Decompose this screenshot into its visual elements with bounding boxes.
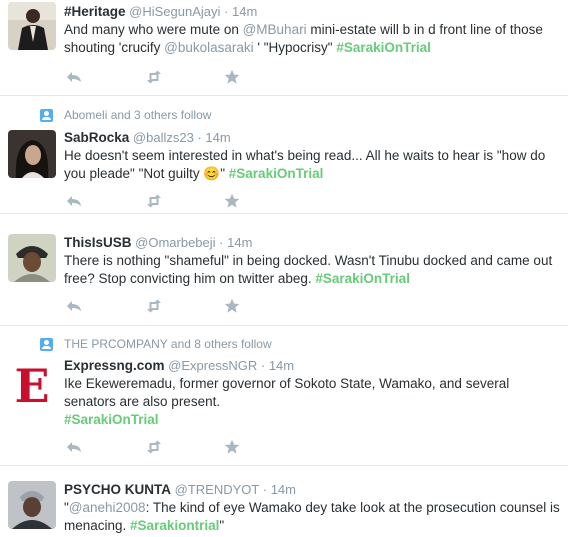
mention-link[interactable]: @MBuhari xyxy=(243,22,307,37)
tweet-header: #Heritage @HiSegunAjayi · 14m xyxy=(64,4,257,20)
tweet-text: And many who were mute on @MBuhari mini-… xyxy=(64,21,560,57)
tweet-text-segment: There is nothing "shameful" in being doc… xyxy=(64,253,553,286)
tweet-text: He doesn't seem interested in what's bei… xyxy=(64,147,560,183)
social-context: Abomeli and 3 others follow xyxy=(40,106,211,124)
mention-link[interactable]: @bukolasaraki xyxy=(164,40,254,55)
retweet-icon[interactable] xyxy=(146,298,162,314)
hashtag-link[interactable]: #SarakiOnTrial xyxy=(64,412,159,427)
hashtag-link[interactable]: #SarakiOnTrial xyxy=(315,271,410,286)
tweet-timestamp[interactable]: 14m xyxy=(205,130,230,145)
tweet-header: SabRocka @ballzs23 · 14m xyxy=(64,130,231,146)
star-icon[interactable] xyxy=(224,439,240,455)
social-context-label[interactable]: Abomeli and 3 others follow xyxy=(64,108,211,122)
tweet-header: ThisIsUSB @Omarbebeji · 14m xyxy=(64,235,252,251)
hashtag-link[interactable]: #SarakiOnTrial xyxy=(229,166,324,181)
avatar[interactable] xyxy=(8,234,56,282)
tweet-timestamp[interactable]: 14m xyxy=(232,4,257,19)
tweet[interactable]: Abomeli and 3 others follow SabRocka @ba… xyxy=(0,96,568,214)
tweet-fullname[interactable]: PSYCHO KUNTA xyxy=(64,482,171,497)
retweet-icon[interactable] xyxy=(146,193,162,209)
tweet-text-segment: ' "Hypocrisy" xyxy=(253,40,337,55)
tweet-header: PSYCHO KUNTA @TRENDYOT · 14m xyxy=(64,482,296,498)
separator: · xyxy=(260,358,266,373)
tweet-handle[interactable]: @Omarbebeji xyxy=(135,235,215,250)
hashtag-link[interactable]: #SarakiOnTrial xyxy=(336,40,431,55)
tweet-handle[interactable]: @ballzs23 xyxy=(133,130,194,145)
tweet-timestamp[interactable]: 14m xyxy=(271,482,296,497)
avatar[interactable] xyxy=(8,130,56,178)
reply-icon[interactable] xyxy=(66,193,82,209)
tweet-text-segment: And many who were mute on xyxy=(64,22,243,37)
follow-person-icon xyxy=(40,108,53,122)
separator: · xyxy=(224,4,229,19)
tweet[interactable]: ThisIsUSB @Omarbebeji · 14m There is not… xyxy=(0,214,568,326)
logo-letter: E xyxy=(14,359,49,406)
tweet-timestamp[interactable]: 14m xyxy=(227,235,252,250)
star-icon[interactable] xyxy=(224,298,240,314)
tweet-fullname[interactable]: SabRocka xyxy=(64,130,129,145)
retweet-icon[interactable] xyxy=(146,69,162,85)
reply-icon[interactable] xyxy=(66,439,82,455)
tweet[interactable]: #Heritage @HiSegunAjayi · 14m And many w… xyxy=(0,0,568,96)
separator: · xyxy=(197,130,202,145)
star-icon[interactable] xyxy=(224,193,240,209)
tweet-handle[interactable]: @HiSegunAjayi xyxy=(129,4,220,19)
tweet-text: "@anehi2008: The kind of eye Wamako dey … xyxy=(64,499,560,535)
avatar[interactable] xyxy=(8,481,56,529)
star-icon[interactable] xyxy=(224,69,240,85)
tweet-text: There is nothing "shameful" in being doc… xyxy=(64,252,560,288)
social-context-label[interactable]: THE PRCOMPANY and 8 others follow xyxy=(64,337,272,351)
tweet-text-segment: Ike Ekeweremadu, former governor of Soko… xyxy=(64,376,510,409)
tweet-header: Expressng.com @ExpressNGR · 14m xyxy=(64,358,294,374)
hashtag-link[interactable]: #Sarakiontrial xyxy=(130,518,219,533)
separator: · xyxy=(262,482,268,497)
social-context: THE PRCOMPANY and 8 others follow xyxy=(40,335,272,353)
tweet-timeline: #Heritage @HiSegunAjayi · 14m And many w… xyxy=(0,0,568,537)
reply-icon[interactable] xyxy=(66,69,82,85)
tweet-fullname[interactable]: Expressng.com xyxy=(64,358,165,373)
tweet-handle[interactable]: @ExpressNGR xyxy=(168,358,257,373)
tweet-timestamp[interactable]: 14m xyxy=(269,358,294,373)
avatar[interactable] xyxy=(8,2,56,50)
tweet[interactable]: PSYCHO KUNTA @TRENDYOT · 14m " @anehi2008… xyxy=(0,466,568,537)
tweet-text: Ike Ekeweremadu, former governor of Soko… xyxy=(64,375,560,429)
follow-person-icon xyxy=(40,337,53,351)
separator: · xyxy=(219,235,224,250)
tweet-handle[interactable]: @TRENDYOT xyxy=(175,482,259,497)
mention-link[interactable]: @anehi2008 xyxy=(69,500,146,515)
avatar[interactable]: E xyxy=(8,358,56,406)
retweet-icon[interactable] xyxy=(146,439,162,455)
tweet-fullname[interactable]: #Heritage xyxy=(64,4,126,19)
reply-icon[interactable] xyxy=(66,298,82,314)
tweet-text-segment: " xyxy=(219,518,225,533)
tweet-fullname[interactable]: ThisIsUSB xyxy=(64,235,132,250)
tweet[interactable]: THE PRCOMPANY and 8 others follow E Expr… xyxy=(0,326,568,466)
